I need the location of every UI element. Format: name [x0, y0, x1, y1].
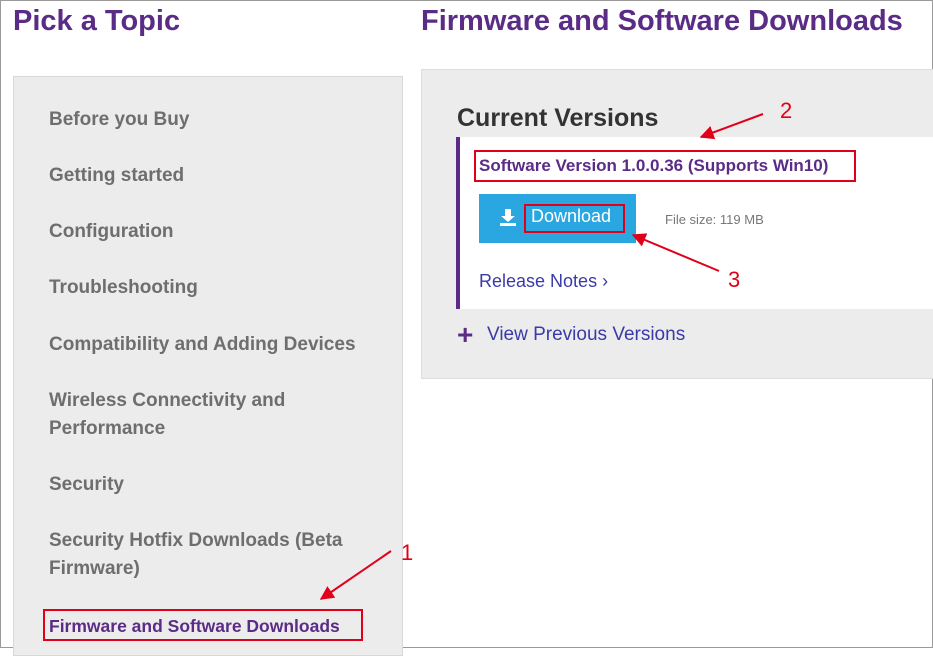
- view-previous-versions-link[interactable]: + View Previous Versions: [457, 319, 686, 350]
- sidebar-item-before-you-buy[interactable]: Before you Buy: [49, 106, 379, 134]
- plus-icon: +: [457, 319, 474, 350]
- release-notes-link[interactable]: Release Notes ›: [479, 271, 608, 292]
- current-versions-heading: Current Versions: [457, 104, 659, 132]
- sidebar-item-wireless-connectivity[interactable]: Wireless Connectivity and Performance: [49, 387, 299, 443]
- sidebar-item-compatibility[interactable]: Compatibility and Adding Devices: [49, 331, 379, 359]
- annotation-number-3: 3: [728, 267, 741, 292]
- sidebar-item-getting-started[interactable]: Getting started: [49, 162, 379, 190]
- sidebar-item-troubleshooting[interactable]: Troubleshooting: [49, 274, 379, 302]
- topic-sidebar: Before you Buy Getting started Configura…: [13, 76, 403, 656]
- download-icon: [500, 209, 516, 226]
- sidebar-item-security-hotfix[interactable]: Security Hotfix Downloads (Beta Firmware…: [49, 527, 349, 583]
- annotation-highlight-box-download: [524, 204, 625, 233]
- annotation-number-1: 1: [401, 540, 414, 565]
- annotation-number-2: 2: [780, 98, 793, 123]
- view-previous-label: View Previous Versions: [487, 324, 686, 345]
- sidebar-title: Pick a Topic: [13, 5, 181, 37]
- page-title: Firmware and Software Downloads: [421, 5, 903, 37]
- sidebar-item-configuration[interactable]: Configuration: [49, 218, 379, 246]
- annotation-highlight-box-sidebar: [43, 609, 363, 641]
- annotation-highlight-box-version: [474, 150, 856, 182]
- sidebar-item-security[interactable]: Security: [49, 471, 379, 499]
- file-size: File size: 119 MB: [665, 212, 764, 227]
